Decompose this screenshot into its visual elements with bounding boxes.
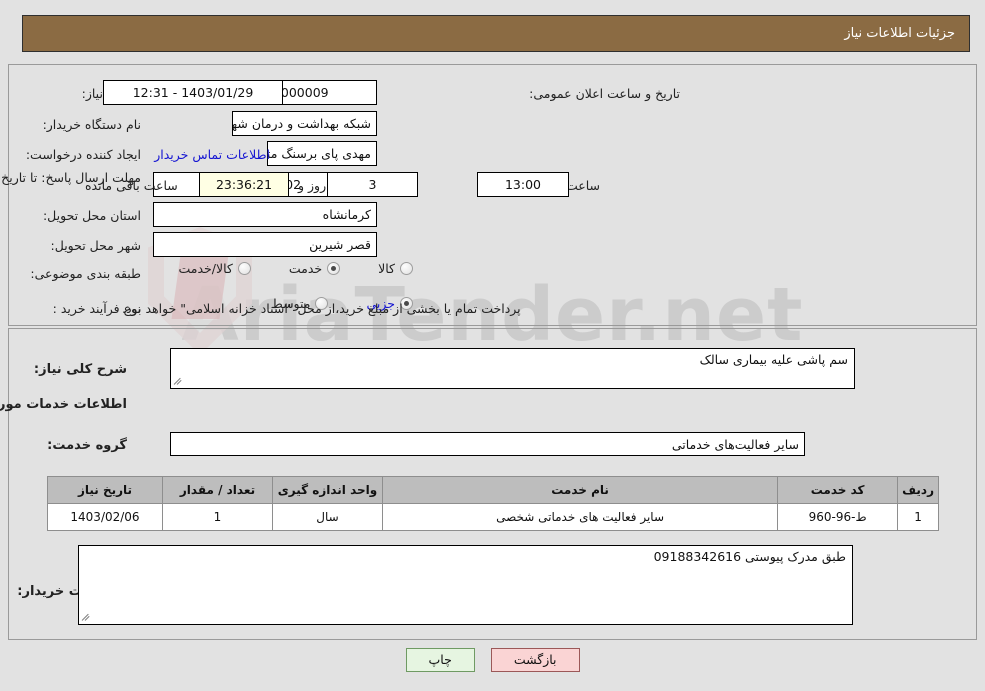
category-option-label: کالا [378,261,395,276]
service-group-value: سایر فعالیت‌های خدماتی [170,432,805,456]
buyer-org-value: شبکه بهداشت و درمان شهرستان قصر شیرین [232,111,377,136]
radio-icon[interactable] [237,262,251,275]
back-button[interactable]: بازگشت [490,648,580,672]
public-announce-label: تاریخ و ساعت اعلان عمومی: [529,86,680,101]
th-quantity: تعداد / مقدار [162,476,273,504]
category-option-2[interactable]: کالا/خدمت [178,261,251,276]
province-label: استان محل تحویل: [42,208,141,223]
deadline-days-value: 3 [327,172,418,197]
purchase-type-note: پرداخت تمام یا بخشی از مبلغ خرید،از محل … [122,301,521,316]
deadline-days-label: روز و [298,178,327,193]
province-value: کرمانشاه [153,202,377,227]
radio-icon[interactable] [400,262,413,275]
footer-button-bar: بازگشت چاپ [0,647,985,673]
td-service-code: ط-96-960 [777,503,899,531]
public-announce-value: 1403/01/29 - 12:31 [103,80,283,105]
th-row: ردیف [897,476,939,504]
deadline-hour-label: ساعت [565,178,600,193]
page-title: جزئیات اطلاعات نیاز [844,26,955,41]
deadline-countdown-value: 23:36:21 [199,172,289,197]
services-heading: اطلاعات خدمات مورد نیاز [0,397,127,412]
category-option-1[interactable]: خدمت [288,261,341,276]
general-desc-textarea[interactable]: سم پاشی علیه بیماری سالک [170,348,855,389]
service-group-label: گروه خدمت: [47,438,127,453]
radio-icon[interactable] [327,262,341,275]
table-row: 1 ط-96-960 سایر فعالیت های خدماتی شخصی س… [47,503,939,531]
th-unit: واحد اندازه گیری [272,476,383,504]
request-creator-label: ایجاد کننده درخواست: [25,147,141,162]
category-option-0[interactable]: کالا [378,261,413,276]
deadline-remaining-label: ساعت باقی مانده [85,178,178,193]
general-desc-value: سم پاشی علیه بیماری سالک [699,352,848,367]
buyer-contact-link[interactable]: اطلاعات تماس خریدار [135,147,270,162]
category-option-label: خدمت [288,261,323,276]
category-option-label: کالا/خدمت [178,261,233,276]
td-need-date: 1403/02/06 [47,503,163,531]
table-header-row: ردیف کد خدمت نام خدمت واحد اندازه گیری ت… [47,476,939,504]
services-table: ردیف کد خدمت نام خدمت واحد اندازه گیری ت… [47,476,939,531]
category-label: طبقه بندی موضوعی: [30,266,141,281]
td-service-name: سایر فعالیت های خدماتی شخصی [381,503,779,531]
th-need-date: تاریخ نیاز [47,476,163,504]
td-quantity: 1 [162,503,273,531]
city-value: قصر شیرین [153,232,377,257]
request-creator-value: مهدی پای برسنگ متصدی خدمات عمومی شبکه به… [267,141,377,166]
city-label: شهر محل تحویل: [50,238,141,253]
td-row: 1 [897,503,939,531]
page-root: AriaTender.net جزئیات اطلاعات نیاز شماره… [0,0,985,691]
deadline-hour-value: 13:00 [477,172,569,197]
resize-grip-icon[interactable] [82,613,91,622]
buyer-org-label: نام دستگاه خریدار: [42,117,141,132]
buyer-notes-textarea[interactable]: طبق مدرک پیوستی 09188342616 [78,545,853,625]
th-service-name: نام خدمت [381,476,779,504]
category-radio-group[interactable]: کالا خدمت کالا/خدمت [178,261,413,276]
td-unit: سال [272,503,383,531]
th-service-code: کد خدمت [777,476,899,504]
print-button[interactable]: چاپ [405,648,475,672]
resize-grip-icon[interactable] [174,377,183,386]
window-title-bar: جزئیات اطلاعات نیاز [22,15,970,52]
buyer-notes-value: طبق مدرک پیوستی 09188342616 [653,549,846,564]
general-desc-label: شرح کلی نیاز: [33,362,127,377]
